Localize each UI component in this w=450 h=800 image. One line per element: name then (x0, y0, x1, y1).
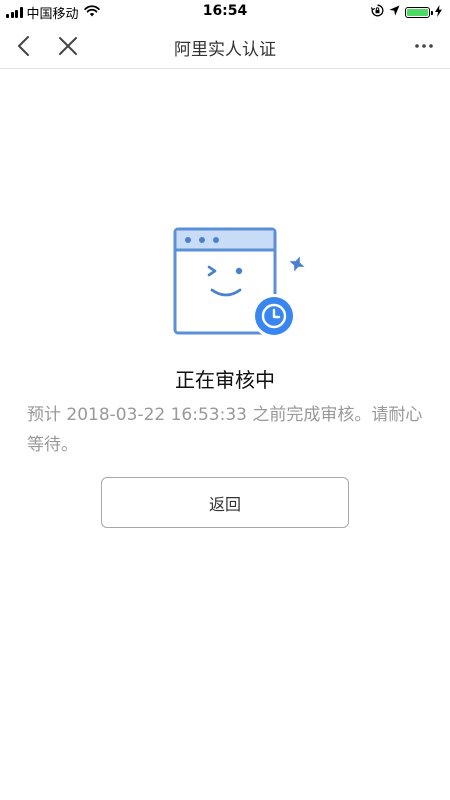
rotation-lock-icon (370, 4, 384, 21)
status-description: 预计 2018-03-22 16:53:33 之前完成审核。请耐心等待。 (27, 405, 423, 455)
review-illustration (170, 222, 310, 340)
status-bar: 中国移动 16:54 (0, 0, 450, 24)
more-icon (415, 44, 433, 48)
more-button[interactable] (414, 38, 434, 54)
clock-icon (252, 294, 296, 338)
sparkle-icon (289, 256, 305, 272)
location-icon (389, 5, 400, 20)
return-button[interactable]: 返回 (101, 477, 349, 528)
page-title: 阿里实人认证 (174, 40, 276, 60)
status-right (370, 4, 442, 21)
screen: 中国移动 16:54 阿里实人认证 正在审核中 预计 2018-03-22 16… (0, 0, 450, 800)
nav-bar: 阿里实人认证 (0, 24, 450, 69)
charging-icon (435, 4, 442, 21)
battery-icon (405, 7, 433, 18)
status-title: 正在审核中 (175, 368, 275, 392)
battery-level (407, 9, 428, 16)
